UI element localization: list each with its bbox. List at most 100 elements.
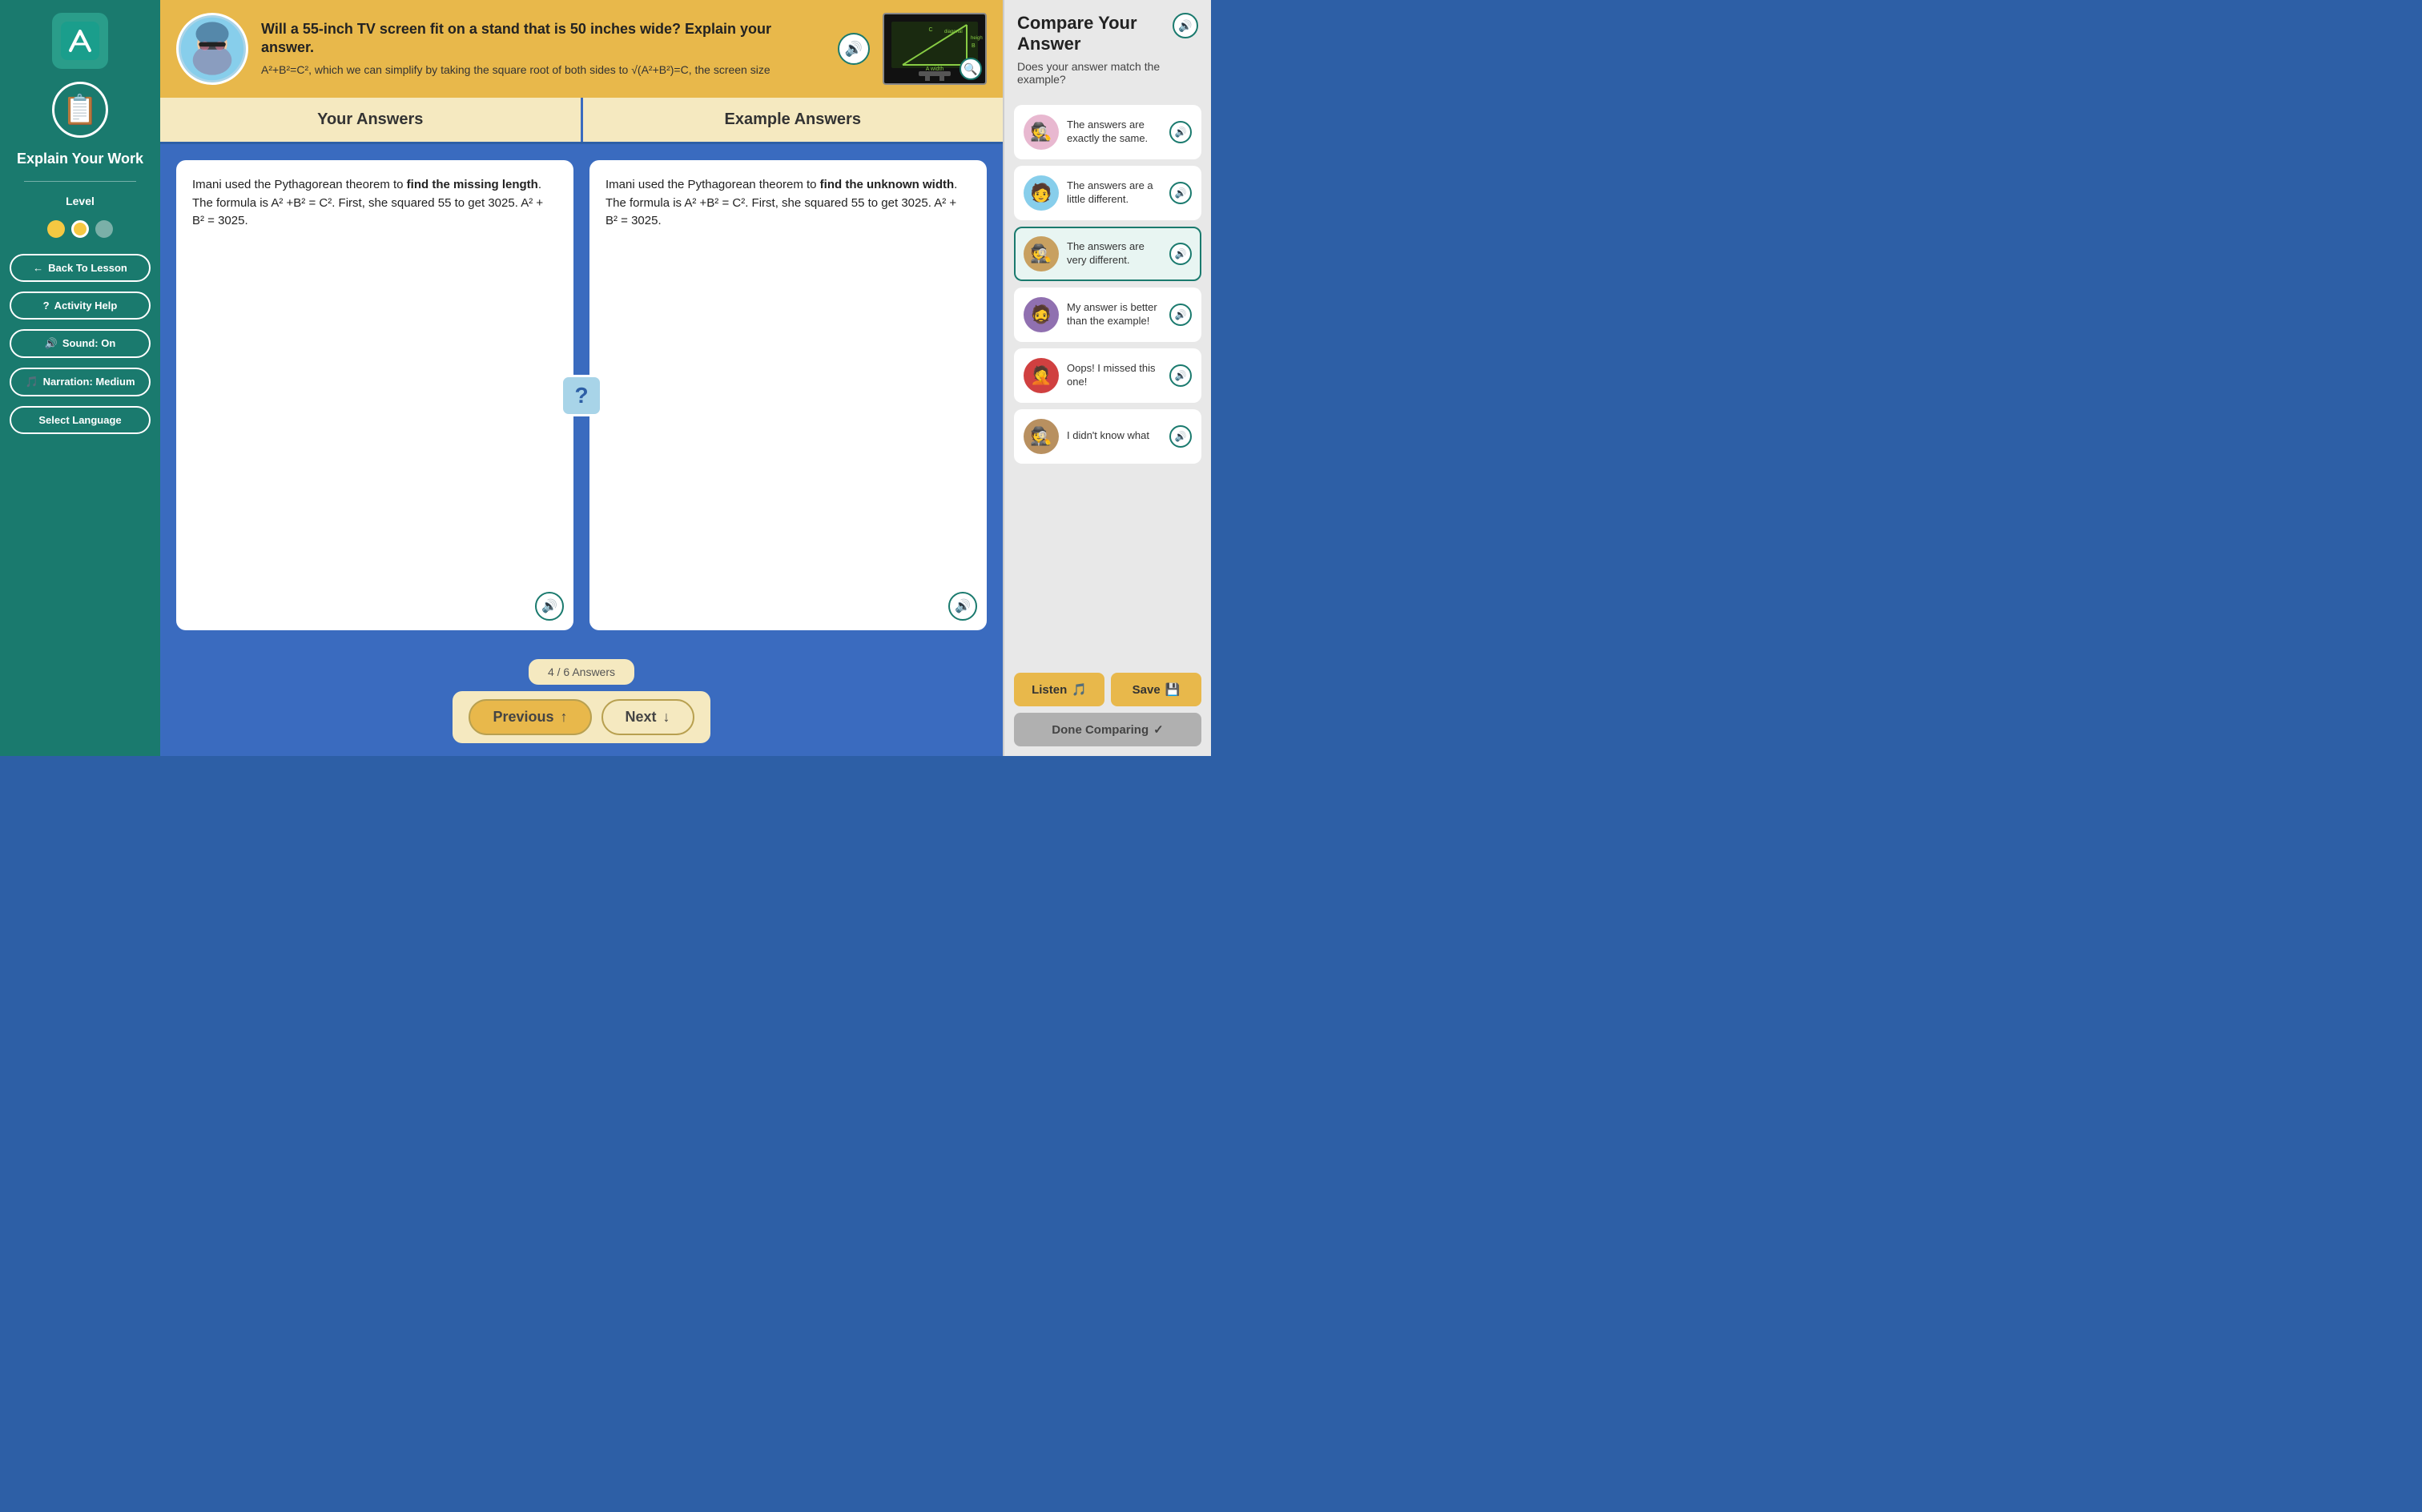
- audio-icon: 🔊: [541, 598, 557, 614]
- save-button[interactable]: Save 💾: [1111, 673, 1201, 706]
- example-answers-header: Example Answers: [583, 98, 1004, 142]
- audio-icon: 🔊: [1175, 248, 1187, 259]
- svg-text:height: height: [971, 36, 983, 41]
- option-text-exactly: The answers are exactly the same.: [1067, 119, 1161, 146]
- select-language-label: Select Language: [38, 414, 121, 426]
- your-answer-bold: find the missing length: [407, 178, 538, 191]
- option-item-better[interactable]: 🧔 My answer is better than the example! …: [1014, 288, 1201, 342]
- option-avatar-little-different: 🧑: [1024, 175, 1059, 211]
- option-audio-little-different[interactable]: 🔊: [1169, 182, 1192, 204]
- svg-text:A width: A width: [926, 66, 944, 72]
- option-text-better: My answer is better than the example!: [1067, 301, 1161, 328]
- back-to-lesson-label: Back To Lesson: [48, 262, 127, 274]
- level-dots: [47, 220, 113, 238]
- option-avatar-exactly: 🕵️: [1024, 115, 1059, 150]
- svg-text:B: B: [972, 43, 976, 49]
- option-text-didnt-know: I didn't know what: [1067, 429, 1161, 443]
- answers-header: Your Answers Example Answers: [160, 98, 1003, 144]
- example-answer-audio-button[interactable]: 🔊: [948, 592, 977, 621]
- your-answer-audio-button[interactable]: 🔊: [535, 592, 564, 621]
- listen-button[interactable]: Listen 🎵: [1014, 673, 1104, 706]
- level-label: Level: [66, 195, 95, 207]
- question-title: Will a 55-inch TV screen fit on a stand …: [261, 20, 825, 58]
- next-label: Next: [626, 709, 657, 726]
- nav-buttons: Previous ↑ Next ↓: [453, 691, 710, 743]
- example-answer-card: Imani used the Pythagorean theorem to fi…: [589, 160, 987, 630]
- panel-footer: Listen 🎵 Save 💾 Done Comparing ✓: [1004, 663, 1211, 756]
- audio-icon: 🔊: [1175, 127, 1187, 138]
- svg-text:diagonal: diagonal: [944, 30, 963, 34]
- audio-icon: 🔊: [955, 598, 971, 614]
- character-avatar: [176, 13, 248, 85]
- option-avatar-very-different: 🕵️: [1024, 236, 1059, 271]
- audio-icon: 🔊: [1175, 309, 1187, 320]
- zoom-icon: 🔍: [964, 62, 977, 76]
- done-label: Done Comparing: [1052, 723, 1149, 737]
- arrow-left-icon: ←: [33, 262, 43, 274]
- option-item-little-different[interactable]: 🧑 The answers are a little different. 🔊: [1014, 166, 1201, 220]
- previous-label: Previous: [493, 709, 553, 726]
- option-item-missed[interactable]: 🤦 Oops! I missed this one! 🔊: [1014, 348, 1201, 403]
- option-text-missed: Oops! I missed this one!: [1067, 362, 1161, 389]
- narration-icon: 🎵: [25, 376, 38, 388]
- option-item-very-different[interactable]: 🕵️ The answers are very different. 🔊: [1014, 227, 1201, 281]
- divider: [24, 181, 137, 182]
- option-audio-very-different[interactable]: 🔊: [1169, 243, 1192, 265]
- sound-button[interactable]: 🔊 Sound: On: [10, 329, 151, 358]
- nav-wrapper: 4 / 6 Answers Previous ↑ Next ↓: [453, 659, 710, 743]
- level-dot-3: [95, 220, 113, 238]
- question-audio-button[interactable]: 🔊: [838, 33, 870, 65]
- question-body: A²+B²=C², which we can simplify by takin…: [261, 62, 825, 78]
- your-answer-card: Imani used the Pythagorean theorem to fi…: [176, 160, 573, 630]
- option-item-didnt-know[interactable]: 🕵️ I didn't know what 🔊: [1014, 409, 1201, 464]
- save-icon: 💾: [1165, 682, 1181, 697]
- example-answer-bold: find the unknown width: [820, 178, 954, 191]
- previous-icon: ↑: [561, 709, 568, 726]
- question-header: Will a 55-inch TV screen fit on a stand …: [160, 0, 1003, 98]
- avatar: 📋: [52, 82, 108, 138]
- main-content: Will a 55-inch TV screen fit on a stand …: [160, 0, 1003, 756]
- answers-columns: Imani used the Pythagorean theorem to fi…: [160, 144, 1003, 646]
- narration-label: Narration: Medium: [43, 376, 135, 388]
- sidebar-title: Explain Your Work: [17, 151, 143, 168]
- back-to-lesson-button[interactable]: ← Back To Lesson: [10, 254, 151, 282]
- example-answer-text-part1: Imani used the Pythagorean theorem to: [606, 178, 820, 191]
- option-audio-missed[interactable]: 🔊: [1169, 364, 1192, 387]
- answer-counter: 4 / 6 Answers: [529, 659, 634, 685]
- question-text-block: Will a 55-inch TV screen fit on a stand …: [261, 20, 825, 78]
- next-icon: ↓: [663, 709, 670, 726]
- help-icon: ?: [43, 300, 50, 312]
- level-dot-2: [71, 220, 89, 238]
- zoom-button[interactable]: 🔍: [960, 58, 982, 80]
- audio-icon: 🔊: [1175, 187, 1187, 199]
- previous-button[interactable]: Previous ↑: [469, 699, 591, 735]
- option-audio-exactly[interactable]: 🔊: [1169, 121, 1192, 143]
- checkmark-icon: ✓: [1153, 722, 1164, 737]
- done-comparing-button[interactable]: Done Comparing ✓: [1014, 713, 1201, 746]
- select-language-button[interactable]: Select Language: [10, 406, 151, 434]
- level-dot-1: [47, 220, 65, 238]
- navigation-area: 4 / 6 Answers Previous ↑ Next ↓: [160, 646, 1003, 756]
- audio-icon: 🔊: [1178, 19, 1192, 33]
- sidebar: 📋 Explain Your Work Level ← Back To Less…: [0, 0, 160, 756]
- option-text-very-different: The answers are very different.: [1067, 240, 1161, 267]
- footer-buttons: Listen 🎵 Save 💾: [1014, 673, 1201, 706]
- next-button[interactable]: Next ↓: [601, 699, 694, 735]
- option-item-exactly[interactable]: 🕵️ The answers are exactly the same. 🔊: [1014, 105, 1201, 159]
- panel-header: 🔊 Compare Your Answer Does your answer m…: [1004, 0, 1211, 99]
- option-audio-better[interactable]: 🔊: [1169, 304, 1192, 326]
- listen-icon: 🎵: [1072, 682, 1087, 697]
- audio-icon: 🔊: [1175, 370, 1187, 381]
- listen-label: Listen: [1032, 683, 1067, 697]
- panel-audio-button[interactable]: 🔊: [1173, 13, 1198, 38]
- answers-area: Your Answers Example Answers Imani used …: [160, 98, 1003, 646]
- compare-icon: ?: [561, 375, 602, 416]
- narration-button[interactable]: 🎵 Narration: Medium: [10, 368, 151, 396]
- option-avatar-missed: 🤦: [1024, 358, 1059, 393]
- sound-label: Sound: On: [62, 337, 115, 349]
- option-audio-didnt-know[interactable]: 🔊: [1169, 425, 1192, 448]
- activity-help-button[interactable]: ? Activity Help: [10, 292, 151, 320]
- option-avatar-didnt-know: 🕵️: [1024, 419, 1059, 454]
- your-answer-text-part1: Imani used the Pythagorean theorem to: [192, 178, 407, 191]
- panel-title: Compare Your Answer: [1017, 13, 1198, 55]
